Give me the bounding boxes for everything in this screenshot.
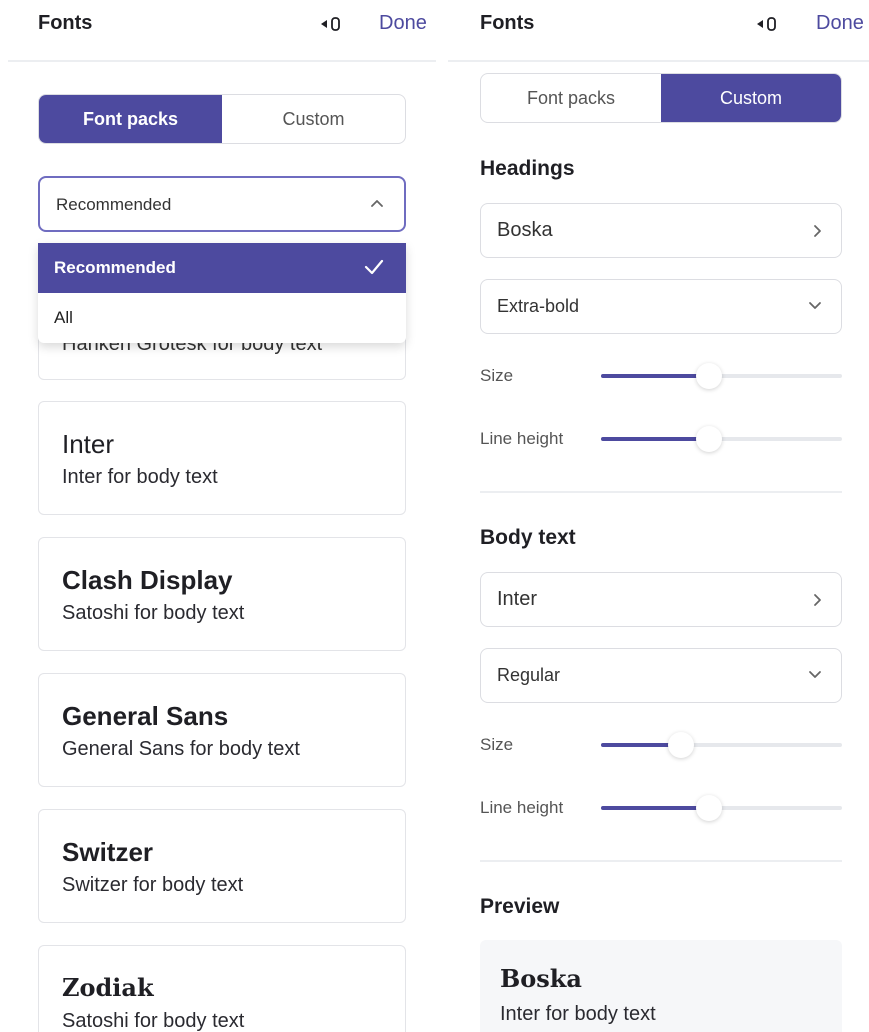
slider-label: Line height	[480, 429, 564, 448]
font-pack-name: Clash Display	[62, 565, 233, 595]
font-pack-filter-select[interactable]: Recommended	[38, 176, 406, 232]
checkmark-icon	[364, 259, 384, 275]
font-pack-description: Satoshi for body text	[62, 602, 245, 624]
filter-dropdown-menu: Recommended All	[38, 243, 406, 343]
dropdown-option-recommended[interactable]: Recommended	[38, 243, 406, 293]
body-line-height-slider: Line height	[480, 793, 842, 823]
panel-header: Fonts Done	[444, 0, 869, 48]
option-label: All	[54, 308, 73, 327]
slider-fill	[601, 437, 710, 441]
left-fonts-panel: Fonts Done Font packs Custom Hanken Grot…	[0, 0, 440, 1032]
chevron-down-icon	[809, 671, 821, 678]
font-pack-description: Inter for body text	[62, 466, 218, 488]
font-mode-toggle: Font packs Custom	[38, 94, 406, 144]
dropdown-option-all[interactable]: All	[38, 293, 406, 343]
slider-fill	[601, 806, 710, 810]
chevron-up-icon	[371, 200, 383, 207]
preview-section-title: Preview	[480, 895, 560, 918]
section-divider	[480, 491, 842, 493]
heading-font-picker[interactable]: Boska	[480, 203, 842, 258]
done-button[interactable]: Done	[816, 12, 864, 35]
font-pack-description: Satoshi for body text	[62, 1010, 245, 1032]
slider-thumb[interactable]	[667, 732, 694, 758]
heading-line-height-slider: Line height	[480, 424, 842, 454]
font-preview-box: Boska Inter for body text	[480, 940, 842, 1032]
font-pack-card[interactable]: Zodiak Satoshi for body text	[38, 945, 406, 1032]
right-fonts-panel: Fonts Done Font packs Custom Headings Bo…	[444, 0, 869, 1032]
header-divider	[448, 60, 869, 62]
font-pack-card[interactable]: Inter Inter for body text	[38, 401, 406, 515]
headings-section-title: Headings	[480, 157, 575, 180]
slider-label: Size	[480, 366, 514, 385]
body-font-picker[interactable]: Inter	[480, 572, 842, 627]
body-weight-value: Regular	[497, 665, 561, 685]
done-button[interactable]: Done	[379, 12, 427, 35]
chevron-down-icon	[809, 302, 821, 309]
font-pack-name: Inter	[62, 429, 115, 459]
option-label: Recommended	[54, 258, 176, 277]
panel-header: Fonts Done	[0, 0, 440, 48]
preview-heading-sample: Boska	[500, 964, 582, 993]
tab-font-packs[interactable]: Font packs	[481, 74, 661, 122]
tab-font-packs[interactable]: Font packs	[39, 95, 222, 143]
slider-track[interactable]	[601, 363, 842, 389]
font-pack-card[interactable]: Clash Display Satoshi for body text	[38, 537, 406, 651]
collapse-panel-icon[interactable]	[756, 15, 778, 33]
slider-label: Line height	[480, 798, 564, 817]
font-pack-card[interactable]: Switzer Switzer for body text	[38, 809, 406, 923]
panel-title: Fonts	[480, 12, 535, 34]
font-pack-name: Switzer	[62, 837, 154, 867]
body-font-value: Inter	[497, 588, 538, 610]
preview-body-sample: Inter for body text	[500, 1003, 656, 1025]
font-pack-name: Zodiak	[62, 973, 154, 1002]
chevron-right-icon	[814, 225, 821, 237]
slider-label: Size	[480, 735, 514, 754]
slider-track[interactable]	[601, 426, 842, 452]
body-weight-select[interactable]: Regular	[480, 648, 842, 703]
body-text-section-title: Body text	[480, 526, 576, 549]
slider-thumb[interactable]	[696, 426, 723, 452]
tab-custom[interactable]: Custom	[661, 74, 841, 122]
slider-track[interactable]	[601, 732, 842, 758]
font-pack-description: Switzer for body text	[62, 874, 244, 896]
heading-weight-select[interactable]: Extra-bold	[480, 279, 842, 334]
font-mode-toggle: Font packs Custom	[480, 73, 842, 123]
select-value: Recommended	[56, 195, 172, 214]
chevron-right-icon	[814, 594, 821, 606]
heading-font-value: Boska	[497, 219, 553, 241]
collapse-panel-icon[interactable]	[320, 15, 342, 33]
font-pack-name: General Sans	[62, 701, 229, 731]
body-size-slider: Size	[480, 730, 842, 760]
slider-thumb[interactable]	[696, 363, 723, 389]
font-pack-card[interactable]: General Sans General Sans for body text	[38, 673, 406, 787]
panel-title: Fonts	[38, 12, 93, 34]
heading-size-slider: Size	[480, 361, 842, 391]
section-divider	[480, 860, 842, 862]
slider-track[interactable]	[601, 795, 842, 821]
header-divider	[8, 60, 436, 62]
slider-thumb[interactable]	[696, 795, 723, 821]
tab-custom[interactable]: Custom	[222, 95, 405, 143]
slider-fill	[601, 374, 710, 378]
heading-weight-value: Extra-bold	[497, 296, 580, 316]
font-pack-description: General Sans for body text	[62, 738, 300, 760]
